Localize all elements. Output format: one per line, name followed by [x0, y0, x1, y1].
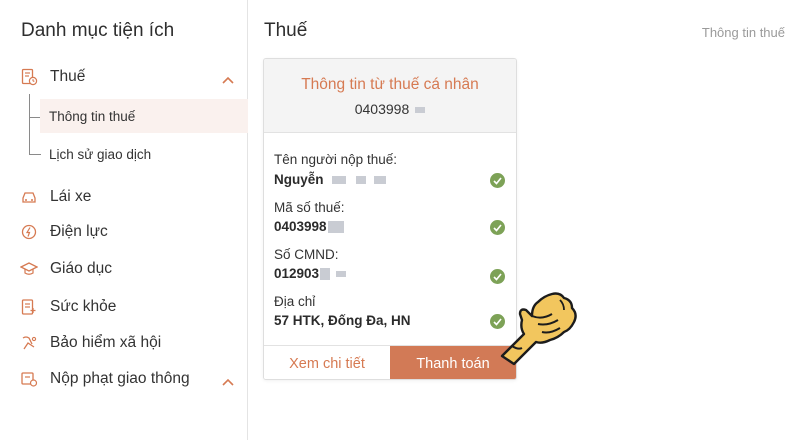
chevron-up-icon[interactable]	[221, 72, 235, 84]
card-title: Thông tin từ thuế cá nhân	[301, 76, 479, 93]
tax-code-text: 0403998	[354, 101, 410, 117]
redacted-mask	[336, 271, 347, 278]
graduation-cap-icon	[20, 260, 38, 278]
field-label-tax-code: Mã số thuế:	[274, 200, 345, 215]
view-details-button[interactable]: Xem chi tiết	[264, 346, 390, 379]
verified-check-icon	[490, 173, 505, 188]
sidebar-item-label: Nộp phạt giao thông	[50, 370, 190, 387]
sidebar-subitem-label: Lịch sử giao dịch	[49, 146, 152, 162]
chevron-up-icon[interactable]	[221, 374, 235, 386]
redacted-mask	[327, 221, 344, 234]
insurance-icon	[20, 334, 38, 352]
sidebar-subitem-label: Thông tin thuế	[49, 108, 136, 124]
sidebar-item-electricity[interactable]: Điện lực	[0, 218, 248, 246]
tax-code-value: 0403998	[274, 219, 327, 234]
electricity-icon	[20, 223, 38, 241]
car-icon	[20, 188, 38, 206]
field-label-address: Địa chỉ	[274, 294, 316, 309]
verified-check-icon	[490, 220, 505, 235]
card-subtitle: 0403998	[264, 101, 516, 117]
field-value-address: 57 HTK, Đống Đa, HN	[274, 313, 411, 328]
field-value-taxpayer: Nguyễn	[274, 172, 386, 187]
sidebar-title: Danh mục tiện ích	[21, 20, 175, 41]
sidebar-item-social-insurance[interactable]: Bảo hiểm xã hội	[0, 329, 248, 357]
traffic-ticket-icon	[20, 370, 38, 388]
sidebar-item-label: Giáo dục	[50, 260, 113, 277]
tax-info-card: Thông tin từ thuế cá nhân 0403998 Tên ng…	[263, 58, 517, 380]
sidebar-item-label: Thuế	[50, 68, 86, 85]
sidebar: Danh mục tiện ích Thuế Thông tin thuế Lị…	[0, 0, 248, 440]
sidebar-item-label: Sức khỏe	[50, 298, 117, 315]
sidebar-item-label: Lái xe	[50, 188, 92, 205]
sidebar-item-health[interactable]: Sức khỏe	[0, 293, 248, 321]
breadcrumb[interactable]: Thông tin thuế	[702, 25, 785, 40]
sidebar-item-label: Điện lực	[50, 223, 108, 240]
redacted-mask	[355, 176, 366, 185]
field-label-id-number: Số CMND:	[274, 247, 339, 262]
sidebar-item-traffic-fines[interactable]: Nộp phạt giao thông	[0, 365, 248, 393]
card-header: Thông tin từ thuế cá nhân 0403998	[264, 59, 516, 133]
redacted-mask	[415, 107, 426, 114]
redacted-mask	[373, 176, 386, 185]
id-number-value: 012903	[274, 266, 320, 281]
page-title: Thuế	[264, 20, 308, 41]
tax-document-icon	[20, 68, 38, 86]
sidebar-item-education[interactable]: Giáo dục	[0, 255, 248, 283]
redacted-mask	[331, 176, 346, 185]
sidebar-item-tax[interactable]: Thuế	[0, 63, 248, 91]
sidebar-item-label: Bảo hiểm xã hội	[50, 334, 162, 351]
verified-check-icon	[490, 269, 505, 284]
sidebar-subitem-tax-info[interactable]: Thông tin thuế	[40, 99, 248, 133]
field-label-taxpayer: Tên người nộp thuế:	[274, 152, 397, 167]
sidebar-item-driving[interactable]: Lái xe	[0, 183, 248, 211]
field-value-id-number: 012903	[274, 266, 347, 281]
subtree-line	[29, 94, 30, 154]
health-record-icon	[20, 298, 38, 316]
pointing-hand-icon	[498, 284, 588, 366]
redacted-mask	[320, 268, 331, 281]
taxpayer-name: Nguyễn	[274, 172, 324, 187]
card-footer: Xem chi tiết Thanh toán	[264, 345, 516, 379]
sidebar-subitem-transaction-history[interactable]: Lịch sử giao dịch	[40, 137, 248, 171]
field-value-tax-code: 0403998	[274, 219, 344, 234]
